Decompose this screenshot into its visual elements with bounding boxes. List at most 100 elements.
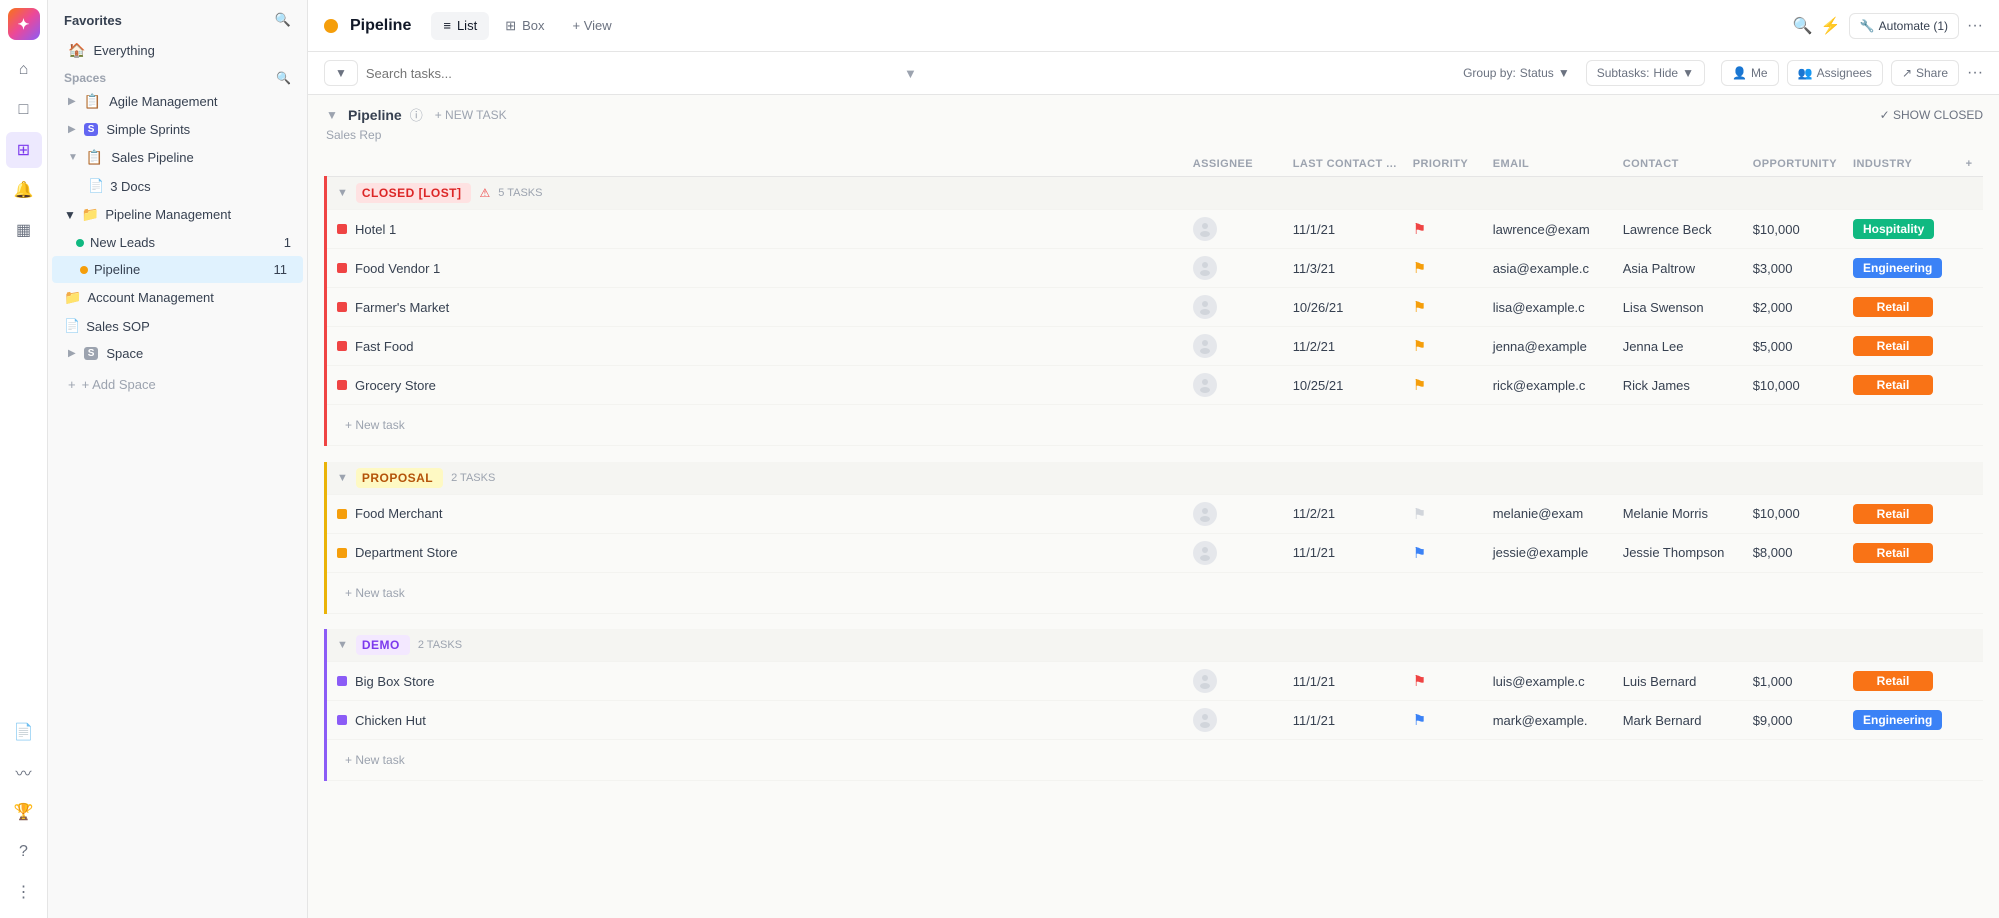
task-name[interactable]: Grocery Store: [355, 378, 436, 393]
new-task-top-button[interactable]: + NEW TASK: [435, 108, 507, 122]
tab-add-view[interactable]: + View: [561, 12, 624, 40]
assignee-avatar[interactable]: [1193, 708, 1217, 732]
share-button[interactable]: ↗ Share: [1891, 60, 1959, 86]
table-row[interactable]: Big Box Store 11/1/21 ⚑ luis@example.c L…: [326, 662, 1984, 701]
task-name[interactable]: Food Merchant: [355, 506, 442, 521]
pipeline-collapse-button[interactable]: ▼: [324, 108, 340, 122]
search-input[interactable]: [366, 66, 896, 81]
me-button[interactable]: 👤 Me: [1721, 60, 1779, 86]
spaces-search-icon[interactable]: 🔍: [276, 71, 291, 85]
table-row[interactable]: Hotel 1 11/1/21 ⚑ lawrence@exam Lawrence…: [326, 210, 1984, 249]
grid-nav-icon[interactable]: ▦: [6, 212, 42, 248]
search-icon[interactable]: 🔍: [1793, 16, 1813, 36]
apps-nav-icon[interactable]: ⊞: [6, 132, 42, 168]
sidebar-item-space[interactable]: ▶ S Space: [52, 340, 303, 367]
new-leads-status-dot: [76, 239, 84, 247]
filter-button[interactable]: ▼: [324, 60, 358, 86]
automate-button[interactable]: 🔧 Automate (1): [1849, 13, 1959, 39]
sidebar-item-account-mgmt[interactable]: 📁 Account Management: [48, 283, 307, 312]
table-row[interactable]: Fast Food 11/2/21 ⚑ jenna@example Jenna …: [326, 327, 1984, 366]
assignee-avatar[interactable]: [1193, 541, 1217, 565]
space-chevron-icon: ▶: [68, 348, 76, 359]
more-nav-icon[interactable]: ⋮: [6, 874, 42, 910]
task-last-contact: 11/1/21: [1285, 662, 1405, 701]
tab-list[interactable]: ≡ List: [431, 12, 489, 40]
home-nav-icon[interactable]: ⌂: [6, 52, 42, 88]
sidebar-item-docs[interactable]: 📄 3 Docs: [48, 172, 307, 200]
priority-flag-icon[interactable]: ⚑: [1413, 338, 1426, 355]
sidebar-item-new-leads[interactable]: New Leads 1: [48, 229, 307, 256]
table-row[interactable]: Food Merchant 11/2/21 ⚑ melanie@exam Mel…: [326, 494, 1984, 533]
col-header-add[interactable]: +: [1955, 152, 1983, 177]
subtasks-button[interactable]: Subtasks: Hide ▼: [1586, 60, 1705, 86]
sidebar-search-icon[interactable]: 🔍: [275, 12, 291, 28]
table-row[interactable]: Chicken Hut 11/1/21 ⚑ mark@example. Mark…: [326, 701, 1984, 740]
priority-flag-icon[interactable]: ⚑: [1413, 545, 1426, 562]
assignees-button[interactable]: 👥 Assignees: [1787, 60, 1883, 86]
priority-flag-icon[interactable]: ⚑: [1413, 377, 1426, 394]
table-row[interactable]: Department Store 11/1/21 ⚑ jessie@exampl…: [326, 533, 1984, 572]
page-title: Pipeline: [350, 17, 411, 35]
priority-flag-icon[interactable]: ⚑: [1413, 506, 1426, 523]
assignee-avatar[interactable]: [1193, 502, 1217, 526]
sidebar-item-pipeline-mgmt[interactable]: ▼ 📁 Pipeline Management ··· +: [48, 200, 307, 229]
new-task-button-closed-lost[interactable]: + New task: [337, 412, 413, 438]
group-collapse-btn-closed-lost[interactable]: ▼: [337, 187, 348, 199]
task-name[interactable]: Farmer's Market: [355, 300, 449, 315]
pulse-nav-icon[interactable]: 〰: [6, 754, 42, 790]
doc-nav-icon[interactable]: 📄: [6, 714, 42, 750]
task-name[interactable]: Hotel 1: [355, 222, 396, 237]
priority-flag-icon[interactable]: ⚑: [1413, 299, 1426, 316]
search-dropdown-icon[interactable]: ▼: [904, 66, 917, 81]
assignee-avatar[interactable]: [1193, 669, 1217, 693]
app-logo[interactable]: ✦: [8, 8, 40, 40]
sidebar-item-agile[interactable]: ▶ 📋 Agile Management: [52, 87, 303, 116]
task-name[interactable]: Chicken Hut: [355, 713, 426, 728]
bell-nav-icon[interactable]: 🔔: [6, 172, 42, 208]
lightning-icon[interactable]: ⚡: [1821, 16, 1841, 36]
help-nav-icon[interactable]: ?: [6, 834, 42, 870]
new-task-button-proposal[interactable]: + New task: [337, 580, 413, 606]
sidebar-item-sprints[interactable]: ▶ S Simple Sprints: [52, 116, 303, 143]
assignee-avatar[interactable]: [1193, 256, 1217, 280]
task-color-dot: [337, 263, 347, 273]
task-name[interactable]: Big Box Store: [355, 674, 435, 689]
priority-flag-icon[interactable]: ⚑: [1413, 221, 1426, 238]
task-name[interactable]: Fast Food: [355, 339, 414, 354]
table-row[interactable]: Farmer's Market 10/26/21 ⚑ lisa@example.…: [326, 288, 1984, 327]
group-collapse-btn-demo[interactable]: ▼: [337, 639, 348, 651]
assignee-avatar[interactable]: [1193, 334, 1217, 358]
trophy-nav-icon[interactable]: 🏆: [6, 794, 42, 830]
priority-flag-icon[interactable]: ⚑: [1413, 260, 1426, 277]
table-row[interactable]: Food Vendor 1 11/3/21 ⚑ asia@example.c A…: [326, 249, 1984, 288]
pipeline-mgmt-more-icon[interactable]: ···: [266, 207, 279, 222]
pipeline-mgmt-add-icon[interactable]: +: [283, 207, 291, 222]
priority-flag-icon[interactable]: ⚑: [1413, 673, 1426, 690]
show-closed-button[interactable]: ✓ SHOW CLOSED: [1880, 108, 1983, 122]
status-badge-demo: DEMO: [356, 635, 410, 655]
inbox-nav-icon[interactable]: □: [6, 92, 42, 128]
new-task-button-demo[interactable]: + New task: [337, 747, 413, 773]
task-name-cell: Big Box Store: [337, 674, 1177, 689]
assignee-avatar[interactable]: [1193, 217, 1217, 241]
assignee-avatar[interactable]: [1193, 295, 1217, 319]
sidebar-item-sales-sop[interactable]: 📄 Sales SOP: [48, 312, 307, 340]
group-collapse-btn-proposal[interactable]: ▼: [337, 472, 348, 484]
task-name[interactable]: Department Store: [355, 545, 458, 560]
list-tab-label: List: [457, 18, 477, 33]
spaces-label: Spaces: [64, 71, 106, 85]
table-row[interactable]: Grocery Store 10/25/21 ⚑ rick@example.c …: [326, 366, 1984, 405]
assignee-avatar[interactable]: [1193, 373, 1217, 397]
task-name[interactable]: Food Vendor 1: [355, 261, 440, 276]
add-space-button[interactable]: + + Add Space: [52, 371, 303, 398]
more-filter-icon[interactable]: ···: [1967, 64, 1983, 82]
task-email: luis@example.c: [1485, 662, 1615, 701]
sidebar-item-everything[interactable]: 🏠 Everything: [52, 36, 303, 65]
group-by-selector[interactable]: Group by: Status ▼: [1463, 66, 1570, 80]
priority-flag-icon[interactable]: ⚑: [1413, 712, 1426, 729]
task-last-contact: 11/2/21: [1285, 327, 1405, 366]
sidebar-item-sales-pipeline[interactable]: ▼ 📋 Sales Pipeline: [52, 143, 303, 172]
more-options-icon[interactable]: ···: [1967, 17, 1983, 35]
tab-box[interactable]: ⊞ Box: [493, 12, 556, 40]
sidebar-item-pipeline[interactable]: Pipeline 11: [52, 256, 303, 283]
